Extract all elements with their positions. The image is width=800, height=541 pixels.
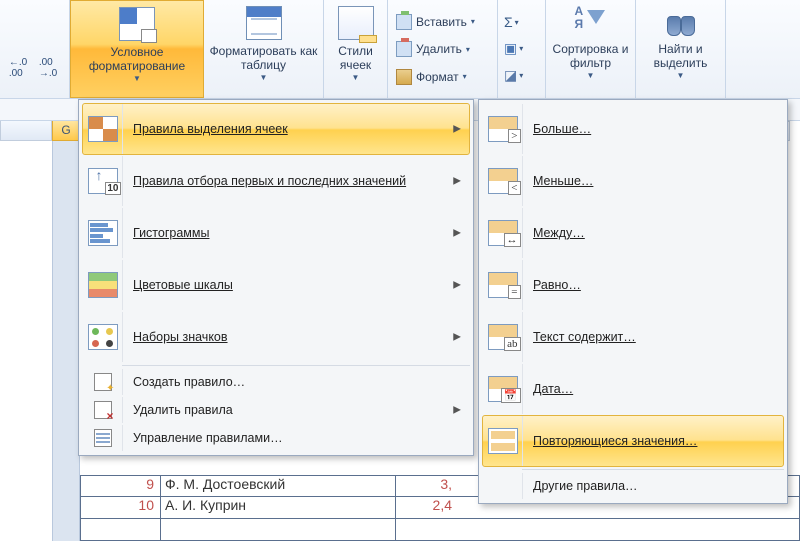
icon-sets-icon xyxy=(88,324,118,350)
editing-group: Σ▾ ▣▾ ◪▾ xyxy=(498,0,546,98)
menu-duplicate-values[interactable]: Повторяющиеся значения… xyxy=(482,415,784,467)
number-format-group: ←.0.00 .00→.0 xyxy=(0,0,70,98)
chevron-down-icon: ▼ xyxy=(587,71,595,80)
chevron-down-icon: ▼ xyxy=(677,71,685,80)
clear-rules-icon xyxy=(94,401,112,419)
equal-to-icon: = xyxy=(488,272,518,298)
menu-clear-rules[interactable]: Удалить правила ▶ xyxy=(82,396,470,424)
menu-data-bars[interactable]: Гистограммы ▶ xyxy=(82,207,470,259)
delete-icon xyxy=(396,41,412,57)
menu-less-than[interactable]: < Меньше… xyxy=(482,155,784,207)
less-than-icon: < xyxy=(488,168,518,194)
conditional-formatting-button[interactable]: Условное форматирование ▼ xyxy=(70,0,204,98)
chevron-right-icon: ▶ xyxy=(453,405,461,416)
fill-button[interactable]: ▣▾ xyxy=(504,40,539,57)
highlight-cells-submenu: > Больше… < Меньше… ↔ Между… = Равно… ab… xyxy=(478,99,788,504)
chevron-down-icon: ▼ xyxy=(133,74,141,83)
autosum-button[interactable]: Σ▾ xyxy=(504,14,539,30)
highlight-cells-icon xyxy=(88,116,118,142)
menu-manage-rules[interactable]: Управление правилами… xyxy=(82,424,470,452)
between-icon: ↔ xyxy=(488,220,518,246)
clear-button[interactable]: ◪▾ xyxy=(504,67,539,84)
data-bars-icon xyxy=(88,220,118,246)
cell-styles-button[interactable]: Стили ячеек ▼ xyxy=(324,0,388,98)
format-icon xyxy=(396,69,412,85)
chevron-right-icon: ▶ xyxy=(453,228,461,239)
cell-styles-icon xyxy=(338,6,374,40)
ribbon: ←.0.00 .00→.0 Условное форматирование ▼ … xyxy=(0,0,800,99)
table-row[interactable] xyxy=(80,519,800,541)
date-icon: 📅 xyxy=(488,376,518,402)
menu-more-rules[interactable]: Другие правила… xyxy=(482,472,784,500)
menu-top-bottom-rules[interactable]: Правила отбора первых и последних значен… xyxy=(82,155,470,207)
delete-cells-button[interactable]: Удалить▾ xyxy=(396,41,489,57)
menu-greater-than[interactable]: > Больше… xyxy=(482,103,784,155)
column-header-g[interactable]: G xyxy=(52,121,80,141)
selected-column-background xyxy=(52,141,80,541)
new-rule-icon xyxy=(94,373,112,391)
format-as-table-button[interactable]: Форматировать как таблицу ▼ xyxy=(204,0,324,98)
insert-cells-button[interactable]: Вставить▾ xyxy=(396,14,489,30)
chevron-right-icon: ▶ xyxy=(453,280,461,291)
decrease-decimal-button[interactable]: .00→.0 xyxy=(36,56,60,80)
chevron-down-icon: ▼ xyxy=(352,73,360,82)
menu-color-scales[interactable]: Цветовые шкалы ▶ xyxy=(82,259,470,311)
chevron-right-icon: ▶ xyxy=(453,176,461,187)
greater-than-icon: > xyxy=(488,116,518,142)
column-header-blank[interactable] xyxy=(0,121,52,141)
chevron-right-icon: ▶ xyxy=(453,332,461,343)
color-scales-icon xyxy=(88,272,118,298)
conditional-formatting-icon xyxy=(119,7,155,41)
menu-date-occurring[interactable]: 📅 Дата… xyxy=(482,363,784,415)
menu-icon-sets[interactable]: Наборы значков ▶ xyxy=(82,311,470,363)
find-select-button[interactable]: Найти и выделить ▼ xyxy=(636,0,726,98)
chevron-right-icon: ▶ xyxy=(453,124,461,135)
manage-rules-icon xyxy=(94,429,112,447)
cells-group: Вставить▾ Удалить▾ Формат▾ xyxy=(388,0,498,98)
top-bottom-icon xyxy=(88,168,118,194)
binoculars-icon xyxy=(665,6,697,36)
increase-decimal-button[interactable]: ←.0.00 xyxy=(6,56,30,80)
sort-filter-button[interactable]: Сортировка и фильтр ▼ xyxy=(546,0,636,98)
format-as-table-icon xyxy=(246,6,282,40)
conditional-formatting-menu: Правила выделения ячеек ▶ Правила отбора… xyxy=(78,99,474,456)
text-contains-icon: ab xyxy=(488,324,518,350)
insert-icon xyxy=(396,14,412,30)
menu-highlight-cells-rules[interactable]: Правила выделения ячеек ▶ xyxy=(82,103,470,155)
menu-text-contains[interactable]: ab Текст содержит… xyxy=(482,311,784,363)
menu-equal-to[interactable]: = Равно… xyxy=(482,259,784,311)
sort-filter-icon xyxy=(575,6,607,38)
format-cells-button[interactable]: Формат▾ xyxy=(396,69,489,85)
duplicates-icon xyxy=(488,428,518,454)
menu-new-rule[interactable]: Создать правило… xyxy=(82,368,470,396)
menu-between[interactable]: ↔ Между… xyxy=(482,207,784,259)
chevron-down-icon: ▼ xyxy=(260,73,268,82)
